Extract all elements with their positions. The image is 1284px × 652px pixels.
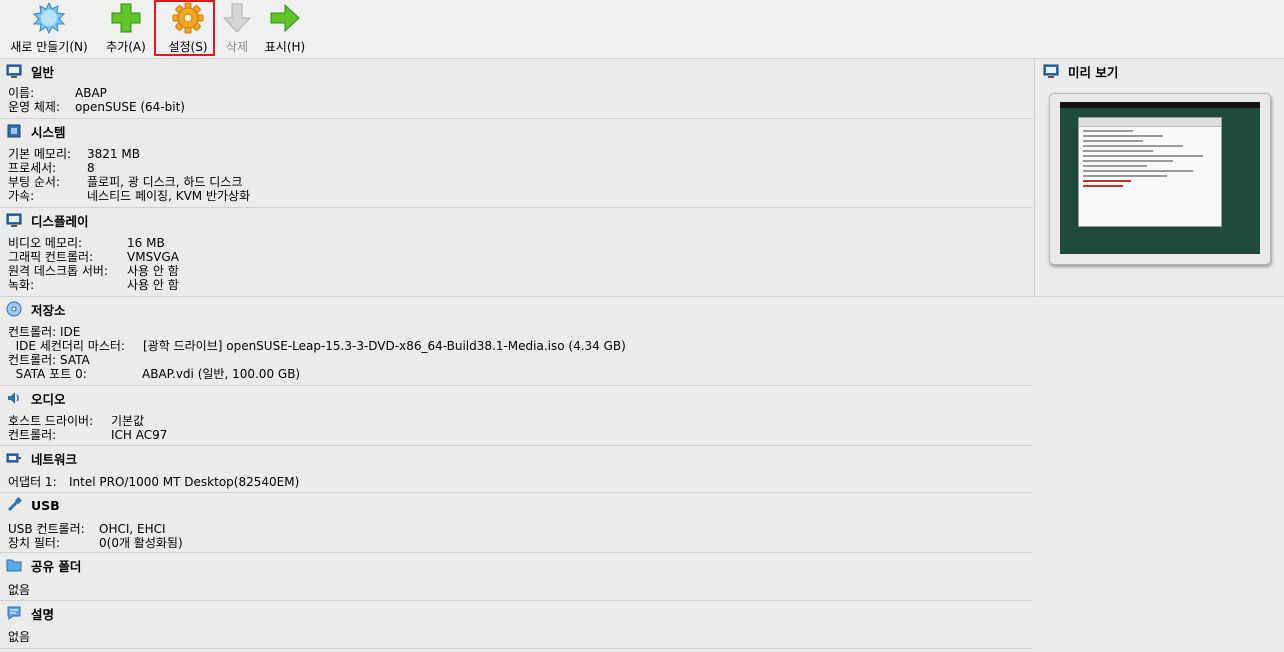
section-shared-folders: 공유 폴더 없음 [0, 553, 1033, 601]
detail-value: ABAP [75, 86, 107, 100]
monitor-icon [6, 64, 22, 78]
section-general-title: 일반 [31, 64, 55, 80]
section-storage-title: 저장소 [31, 302, 66, 318]
section-audio-header[interactable]: 오디오 [6, 388, 66, 408]
detail-value: 사용 안 함 [127, 278, 179, 292]
detail-key: 녹화: [8, 278, 35, 292]
section-audio: 오디오 호스트 드라이버: 기본값 컨트롤러: ICH AC97 [0, 386, 1033, 446]
detail-key: 없음 [8, 630, 31, 644]
detail-key: 이름: [8, 86, 35, 100]
section-usb: USB USB 컨트롤러: OHCI, EHCI 장치 필터: 0(0개 활성화… [0, 493, 1033, 553]
discard-button[interactable]: 삭제 [220, 2, 254, 55]
discard-button-label: 삭제 [225, 40, 249, 54]
preview-pane: 미리 보기 [1034, 59, 1284, 297]
detail-key: 비디오 메모리: [8, 236, 83, 250]
add-plus-icon [111, 3, 141, 33]
section-display-title: 디스플레이 [31, 213, 89, 229]
section-system: 시스템 기본 메모리: 3821 MB 프로세서: 8 부팅 순서: 플로피, … [0, 119, 1033, 208]
new-button[interactable]: 새로 만들기(N) [6, 2, 92, 55]
vm-top-panel [1060, 102, 1260, 108]
detail-value: openSUSE (64-bit) [75, 100, 185, 114]
chip-icon [7, 124, 21, 138]
add-button-label: 추가(A) [106, 40, 146, 54]
details-pane: 일반 이름: ABAP 운영 체제: openSUSE (64-bit) 시스템… [0, 59, 1033, 652]
toolbar: 새로 만들기(N) 추가(A) 설정(S) 삭제 표시(H) [0, 0, 1284, 59]
section-storage: 저장소 컨트롤러: IDE IDE 세컨더리 마스터: [광학 드라이브] op… [0, 297, 1033, 386]
section-system-header[interactable]: 시스템 [6, 121, 66, 141]
detail-value: 8 [87, 161, 95, 175]
detail-key: 장치 필터: [8, 536, 61, 550]
section-usb-title: USB [31, 497, 60, 513]
new-machine-icon [33, 2, 65, 34]
detail-value: 네스티드 페이징, KVM 반가상화 [87, 189, 251, 203]
section-description-header[interactable]: 설명 [6, 603, 54, 623]
detail-value: 3821 MB [87, 147, 140, 161]
section-description-title: 설명 [31, 606, 55, 622]
preview-title: 미리 보기 [1068, 64, 1119, 80]
section-network-header[interactable]: 네트워크 [6, 448, 77, 468]
vm-terminal-titlebar [1079, 118, 1221, 127]
detail-key: 프로세서: [8, 161, 57, 175]
section-shared-folders-header[interactable]: 공유 폴더 [6, 555, 81, 575]
section-usb-header[interactable]: USB [6, 495, 60, 515]
speech-bubble-icon [7, 606, 21, 620]
detail-value: 사용 안 함 [127, 264, 179, 278]
show-button-label: 표시(H) [264, 40, 306, 54]
detail-key: IDE 세컨더리 마스터: [8, 339, 125, 353]
network-icon [6, 453, 21, 463]
detail-value: Intel PRO/1000 MT Desktop(82540EM) [69, 475, 300, 489]
detail-key: 컨트롤러: [8, 428, 57, 442]
folder-icon [6, 559, 22, 572]
detail-key: SATA 포트 0: [8, 367, 87, 381]
preview-thumbnail-frame [1049, 93, 1271, 265]
detail-value: 플로피, 광 디스크, 하드 디스크 [87, 175, 243, 189]
detail-key: 가속: [8, 189, 35, 203]
add-button[interactable]: 추가(A) [104, 2, 148, 55]
monitor-icon [1043, 64, 1059, 78]
section-general: 일반 이름: ABAP 운영 체제: openSUSE (64-bit) [0, 59, 1033, 119]
section-system-title: 시스템 [31, 124, 66, 140]
detail-key: 그래픽 컨트롤러: [8, 250, 94, 264]
detail-key: 컨트롤러: IDE [8, 325, 81, 339]
section-audio-title: 오디오 [31, 391, 66, 407]
usb-icon [7, 497, 22, 512]
detail-value: OHCI, EHCI [99, 522, 166, 536]
detail-key: 호스트 드라이버: [8, 414, 94, 428]
detail-value: ICH AC97 [111, 428, 168, 442]
section-general-header[interactable]: 일반 [6, 61, 54, 81]
section-network-title: 네트워크 [31, 451, 78, 467]
new-button-label: 새로 만들기(N) [10, 40, 88, 54]
detail-key: 어댑터 1: [8, 475, 57, 489]
section-storage-header[interactable]: 저장소 [6, 299, 66, 319]
show-arrow-icon [270, 3, 300, 33]
speaker-icon [8, 392, 19, 404]
storage-disk-icon [6, 301, 22, 317]
detail-key: 컨트롤러: SATA [8, 353, 90, 367]
settings-highlight-box [154, 0, 215, 56]
detail-value: 16 MB [127, 236, 165, 250]
preview-header[interactable]: 미리 보기 [1043, 61, 1118, 81]
detail-key: 운영 체제: [8, 100, 61, 114]
vm-screen-preview [1060, 102, 1260, 254]
display-icon [6, 213, 22, 227]
section-network: 네트워크 어댑터 1: Intel PRO/1000 MT Desktop(82… [0, 446, 1033, 493]
detail-key: 없음 [8, 583, 31, 597]
detail-key: 부팅 순서: [8, 175, 61, 189]
discard-arrow-icon [222, 3, 252, 33]
detail-value: 0(0개 활성화됨) [99, 536, 183, 550]
show-button[interactable]: 표시(H) [262, 2, 308, 55]
detail-value: VMSVGA [127, 250, 179, 264]
section-display: 디스플레이 비디오 메모리: 16 MB 그래픽 컨트롤러: VMSVGA 원격… [0, 208, 1033, 297]
detail-value: [광학 드라이브] openSUSE-Leap-15.3-3-DVD-x86_6… [143, 339, 626, 353]
detail-value: 기본값 [111, 414, 145, 428]
section-shared-folders-title: 공유 폴더 [31, 558, 82, 574]
detail-key: 원격 데스크톱 서버: [8, 264, 108, 278]
section-description: 설명 없음 [0, 601, 1033, 649]
detail-value: ABAP.vdi (일반, 100.00 GB) [142, 367, 301, 381]
detail-key: USB 컨트롤러: [8, 522, 85, 536]
detail-key: 기본 메모리: [8, 147, 72, 161]
vm-terminal-window [1078, 117, 1222, 227]
section-display-header[interactable]: 디스플레이 [6, 210, 89, 230]
